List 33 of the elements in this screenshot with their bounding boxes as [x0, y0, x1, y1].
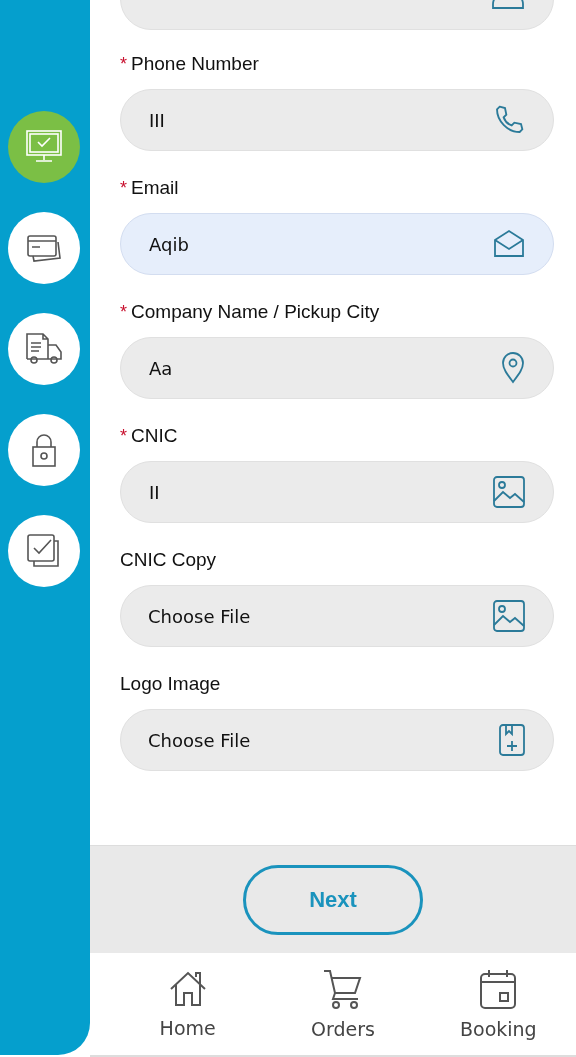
calendar-icon	[479, 968, 518, 1010]
field-value: Aqib	[149, 233, 189, 255]
field-value: III	[149, 109, 165, 131]
envelope-icon	[493, 228, 525, 260]
bookmark-add-icon	[499, 724, 525, 756]
nav-item[interactable]: Booking	[420, 953, 576, 1055]
file-field[interactable]: Choose File	[120, 709, 554, 771]
field-label: CNIC Copy	[120, 549, 217, 571]
field-label: CNIC	[131, 425, 178, 447]
input-field[interactable]: Aqib	[120, 213, 554, 275]
field-label: Email	[131, 177, 179, 199]
phone-icon	[493, 104, 525, 136]
required-mark: *	[120, 302, 127, 323]
location-pin-icon	[501, 352, 525, 384]
nav-item[interactable]: Home	[110, 953, 266, 1055]
required-mark: *	[120, 426, 127, 447]
choose-file-button[interactable]: Choose File	[148, 729, 251, 751]
field-value: II	[149, 481, 160, 503]
input-field[interactable]: Aa	[120, 337, 554, 399]
required-mark: *	[120, 178, 127, 199]
field-label: Logo Image	[120, 673, 221, 695]
input-field[interactable]: III	[120, 89, 554, 151]
field-value: Aa	[149, 357, 173, 379]
nav-item[interactable]: Orders	[265, 953, 421, 1055]
file-field[interactable]: Choose File	[120, 585, 554, 647]
choose-file-button[interactable]: Choose File	[148, 605, 251, 627]
field-label: Phone Number	[131, 53, 259, 75]
required-mark: *	[120, 54, 127, 75]
cart-icon	[322, 968, 364, 1010]
input-field[interactable]: II	[120, 461, 554, 523]
field-label: Company Name / Pickup City	[131, 301, 380, 323]
image-icon	[493, 476, 525, 508]
image-icon	[493, 600, 525, 632]
